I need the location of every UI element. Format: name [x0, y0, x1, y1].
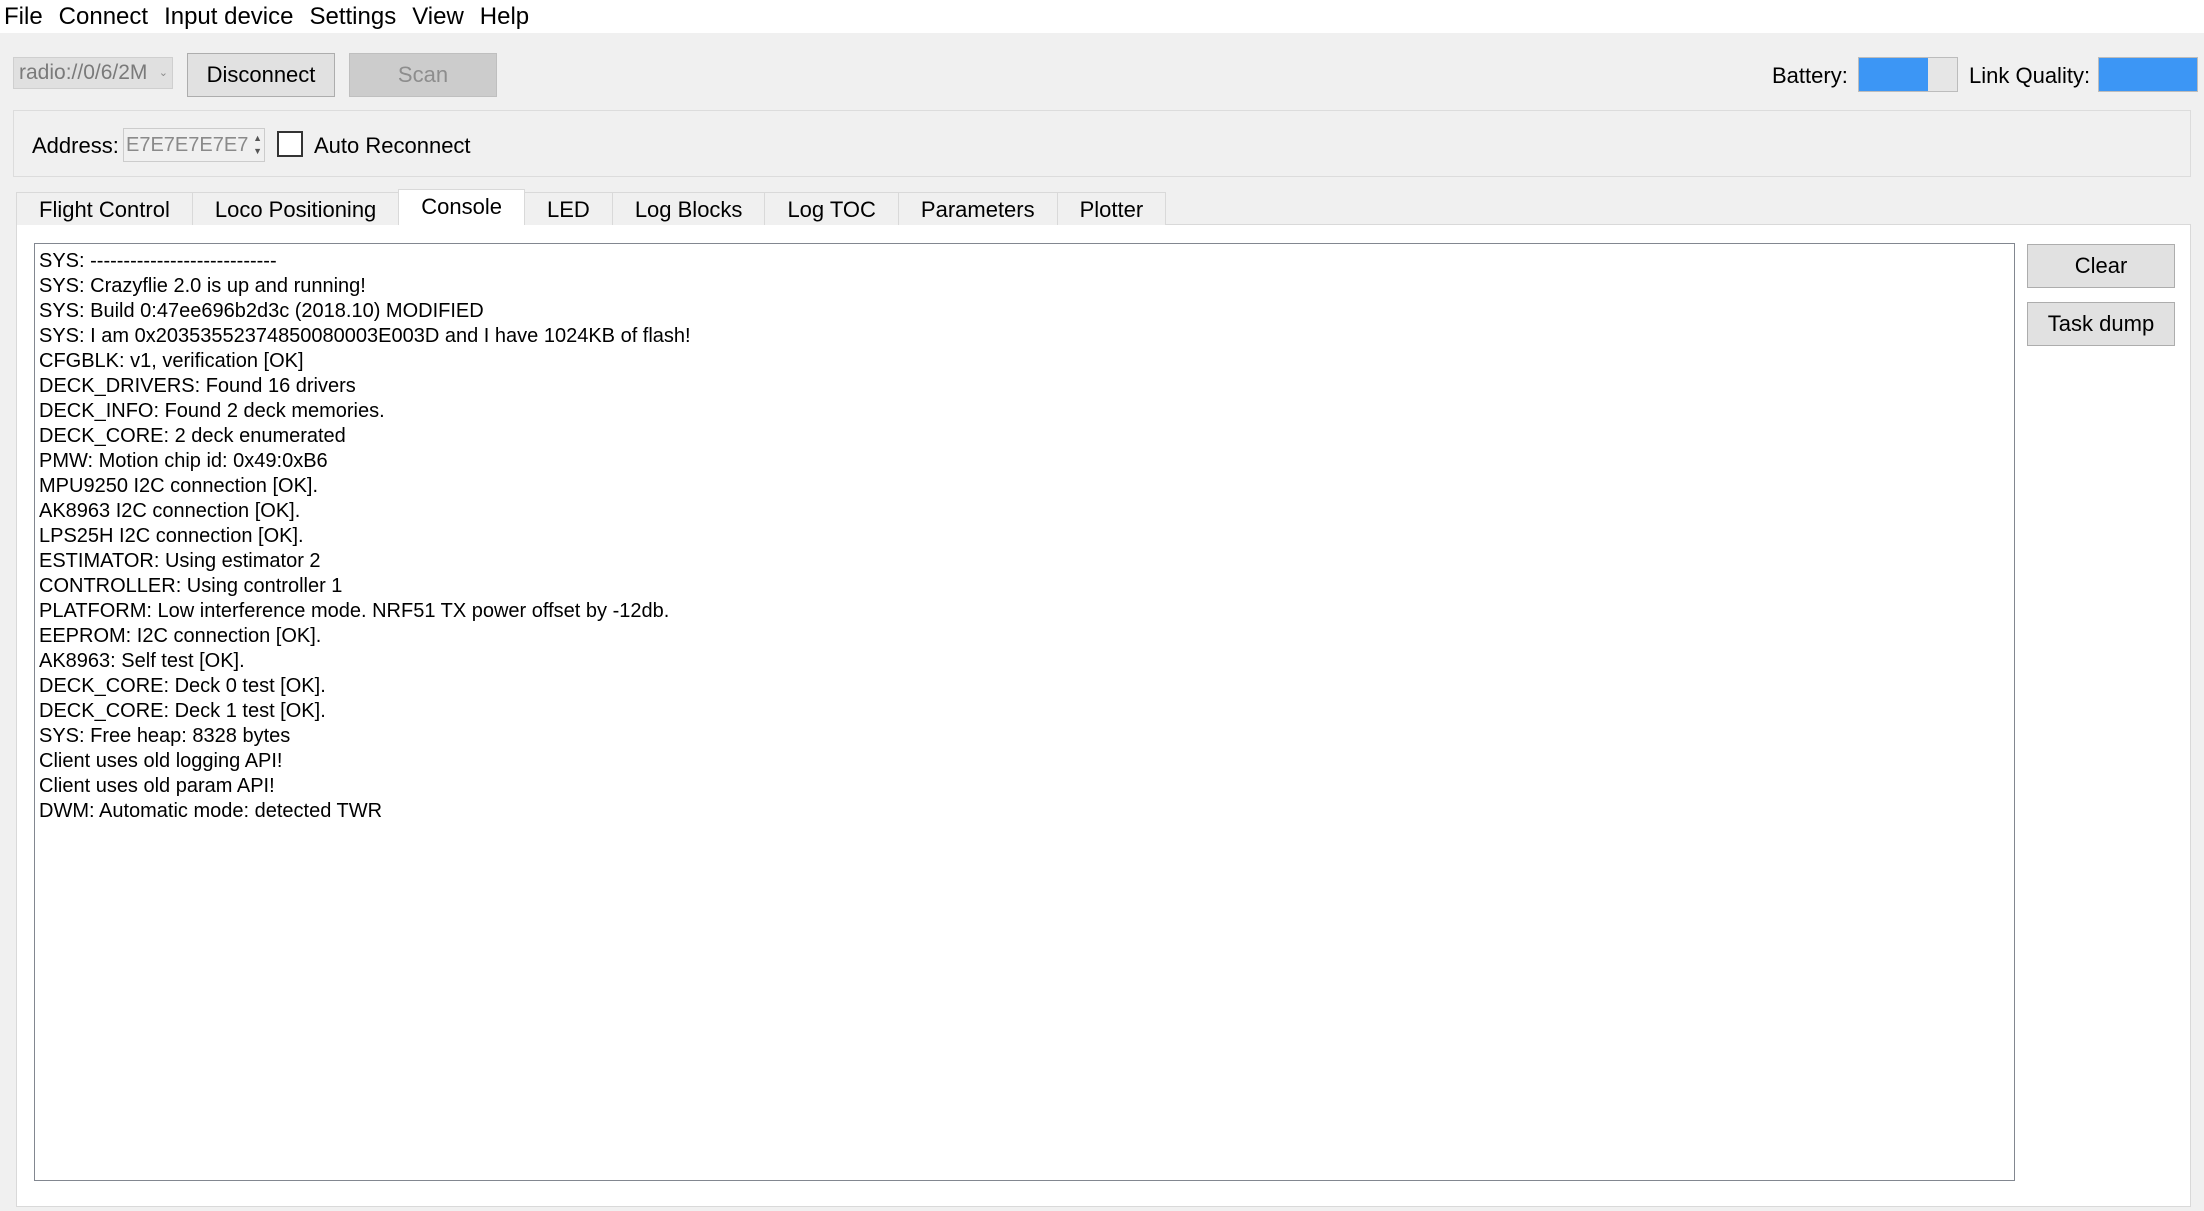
- link-quality-bar: [2098, 57, 2198, 92]
- tab-loco-positioning[interactable]: Loco Positioning: [191, 192, 400, 225]
- console-line: DECK_CORE: Deck 1 test [OK].: [39, 700, 326, 722]
- auto-reconnect-checkbox[interactable]: [277, 131, 303, 157]
- address-spinbox[interactable]: E7E7E7E7E7 ▲ ▼: [123, 128, 265, 162]
- menu-help[interactable]: Help: [472, 0, 537, 33]
- console-line: DWM: Automatic mode: detected TWR: [39, 800, 383, 822]
- clear-button[interactable]: Clear: [2027, 244, 2175, 288]
- console-line: MPU9250 I2C connection [OK].: [39, 475, 319, 497]
- link-quality-label: Link Quality:: [1969, 63, 2091, 88]
- battery-bar-fill: [1859, 58, 1928, 91]
- battery-label: Battery:: [1772, 63, 1848, 88]
- battery-bar: [1858, 57, 1958, 92]
- console-line: ESTIMATOR: Using estimator 2: [39, 550, 321, 572]
- tab-console[interactable]: Console: [398, 189, 526, 225]
- console-line: SYS: Free heap: 8328 bytes: [39, 725, 291, 747]
- spin-down-icon[interactable]: ▼: [253, 146, 262, 156]
- tab-log-toc[interactable]: Log TOC: [764, 192, 899, 225]
- tab-bar: Flight Control Loco Positioning Console …: [16, 189, 1167, 225]
- address-value: E7E7E7E7E7: [126, 134, 249, 156]
- chevron-down-icon: ⌄: [158, 67, 168, 79]
- console-line: SYS: ----------------------------: [39, 250, 277, 272]
- console-line: SYS: Crazyflie 2.0 is up and running!: [39, 275, 366, 297]
- console-line: SYS: I am 0x20353552374850080003E003D an…: [39, 325, 691, 347]
- console-line: DECK_DRIVERS: Found 16 drivers: [39, 375, 356, 397]
- console-line: PLATFORM: Low interference mode. NRF51 T…: [39, 600, 670, 622]
- console-line: DECK_CORE: Deck 0 test [OK].: [39, 675, 326, 697]
- disconnect-button[interactable]: Disconnect: [187, 53, 335, 97]
- console-line: LPS25H I2C connection [OK].: [39, 525, 304, 547]
- task-dump-button[interactable]: Task dump: [2027, 302, 2175, 346]
- uri-select[interactable]: radio://0/6/2M ⌄: [13, 57, 173, 89]
- tab-flight-control[interactable]: Flight Control: [16, 192, 193, 225]
- console-line: CONTROLLER: Using controller 1: [39, 575, 343, 597]
- console-line: Client uses old logging API!: [39, 750, 283, 772]
- spin-up-icon[interactable]: ▲: [253, 133, 262, 143]
- console-line: PMW: Motion chip id: 0x49:0xB6: [39, 450, 328, 472]
- menu-file[interactable]: File: [0, 0, 51, 33]
- console-line: Client uses old param API!: [39, 775, 275, 797]
- address-label: Address:: [32, 133, 119, 158]
- menu-bar: File Connect Input device Settings View …: [0, 0, 2204, 33]
- console-line: DECK_INFO: Found 2 deck memories.: [39, 400, 385, 422]
- menu-view[interactable]: View: [404, 0, 472, 33]
- console-line: EEPROM: I2C connection [OK].: [39, 625, 322, 647]
- console-line: AK8963: Self test [OK].: [39, 650, 245, 672]
- menu-settings[interactable]: Settings: [301, 0, 404, 33]
- tab-led[interactable]: LED: [524, 192, 613, 225]
- tab-parameters[interactable]: Parameters: [897, 192, 1058, 225]
- console-line: AK8963 I2C connection [OK].: [39, 500, 301, 522]
- menu-connect[interactable]: Connect: [51, 0, 156, 33]
- console-output[interactable]: SYS: ---------------------------- SYS: Cr…: [34, 243, 2015, 1181]
- console-line: CFGBLK: v1, verification [OK]: [39, 350, 304, 372]
- console-line: SYS: Build 0:47ee696b2d3c (2018.10) MODI…: [39, 300, 484, 322]
- auto-reconnect-label: Auto Reconnect: [314, 133, 471, 158]
- tab-log-blocks[interactable]: Log Blocks: [611, 192, 766, 225]
- link-quality-bar-fill: [2099, 58, 2197, 91]
- uri-value: radio://0/6/2M: [19, 61, 148, 84]
- tab-plotter[interactable]: Plotter: [1056, 192, 1167, 225]
- console-line: DECK_CORE: 2 deck enumerated: [39, 425, 346, 447]
- menu-input-device[interactable]: Input device: [156, 0, 301, 33]
- scan-button[interactable]: Scan: [349, 53, 497, 97]
